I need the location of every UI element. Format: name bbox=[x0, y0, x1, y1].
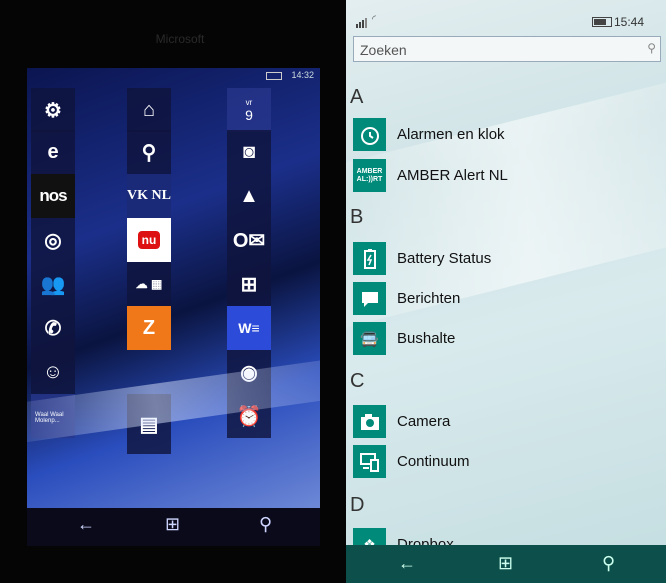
section-letter-c[interactable]: C bbox=[350, 370, 364, 393]
battery-icon bbox=[592, 17, 612, 27]
calendar-day: 9 bbox=[245, 106, 253, 123]
ziggo-tile[interactable]: Z bbox=[127, 306, 171, 350]
section-letter-d[interactable]: D bbox=[350, 494, 364, 517]
windows-icon[interactable]: ⊞ bbox=[165, 514, 180, 535]
pin-icon: ⚲ bbox=[141, 141, 157, 164]
app-bushalte[interactable]: 🚍 Bushalte bbox=[353, 322, 663, 356]
app-continuum[interactable]: Continuum bbox=[353, 445, 663, 479]
search-box[interactable]: Zoeken ⚲ bbox=[353, 36, 661, 62]
search-icon[interactable]: ⚲ bbox=[259, 514, 272, 535]
alarm-tile[interactable]: ⏰ bbox=[227, 394, 271, 438]
store-icon: ⊞ bbox=[240, 273, 258, 296]
wifi-app-tile[interactable]: ◉ bbox=[227, 350, 271, 394]
weather-text: Waal Waal Molenp... bbox=[35, 412, 64, 424]
nos-tile[interactable]: nos bbox=[31, 174, 75, 218]
edge-tile[interactable]: e bbox=[31, 130, 75, 174]
search-icon[interactable]: ⚲ bbox=[647, 41, 656, 55]
phone-start-screen: 14:32 ⚙ e nos ◎ 👥 ✆ ☺ Waal Waal Molenp..… bbox=[27, 68, 320, 508]
home-tile[interactable]: ⌂ bbox=[127, 88, 171, 132]
phone-time: 14:32 bbox=[291, 70, 314, 80]
windows-icon[interactable]: ⊞ bbox=[498, 553, 513, 574]
search-input[interactable]: Zoeken bbox=[360, 42, 407, 58]
document-icon: ▤ bbox=[139, 413, 159, 436]
word-icon: W≡ bbox=[238, 320, 260, 336]
message-icon bbox=[353, 282, 386, 315]
amber-alert-icon: AMBER AL:))RT bbox=[353, 159, 386, 192]
wifi-icon: ◉ bbox=[240, 361, 258, 384]
outlook-tile[interactable]: O✉ bbox=[227, 218, 271, 262]
alarm-clock-icon bbox=[353, 118, 386, 151]
bus-stop-icon: 🚍 bbox=[353, 322, 386, 355]
chat-icon: ☺ bbox=[42, 360, 64, 383]
weather-tile[interactable]: Waal Waal Molenp... bbox=[31, 394, 75, 438]
app-camera[interactable]: Camera bbox=[353, 405, 663, 439]
battery-status-icon bbox=[353, 242, 386, 275]
app-label: Battery Status bbox=[397, 250, 492, 267]
calendar-tile[interactable]: vr 9 bbox=[227, 88, 271, 132]
vknl-logo: VK NL bbox=[127, 188, 171, 203]
outlook-icon: O✉ bbox=[232, 229, 266, 252]
store-tile[interactable]: ⊞ bbox=[227, 262, 271, 306]
app-label: Camera bbox=[397, 413, 451, 430]
phone-icon: ✆ bbox=[44, 317, 62, 340]
nos-logo: nos bbox=[39, 186, 67, 205]
app-battery-status[interactable]: Battery Status bbox=[353, 242, 663, 276]
weather-icons: ☁ ▦ bbox=[135, 277, 163, 291]
weather-small-tile[interactable]: ☁ ▦ bbox=[127, 262, 171, 306]
ziggo-icon: Z bbox=[142, 316, 156, 339]
maps-tile[interactable]: ⚲ bbox=[127, 130, 171, 174]
edge-icon: e bbox=[47, 140, 59, 163]
nav-bar: ← ⊞ ⚲ bbox=[346, 545, 666, 583]
app-label: Continuum bbox=[397, 453, 470, 470]
home-icon: ⌂ bbox=[142, 98, 156, 121]
camera-icon: ◙ bbox=[242, 140, 256, 163]
signal-icon bbox=[356, 18, 367, 28]
app-alarmen-en-klok[interactable]: Alarmen en klok bbox=[353, 118, 663, 152]
app-label: AMBER Alert NL bbox=[397, 167, 508, 184]
people-tile[interactable]: 👥 bbox=[31, 262, 75, 306]
app-label: Bushalte bbox=[397, 330, 456, 347]
phone-nav-bar: ← ⊞ ⚲ bbox=[27, 508, 320, 546]
status-bar: ◜ 15:44 bbox=[346, 0, 666, 34]
alarm-clock-icon: ⏰ bbox=[236, 405, 262, 428]
phone-battery-icon bbox=[266, 72, 282, 80]
app-list-screen: ◜ 15:44 Zoeken ⚲ A Alarmen en klok AMBER… bbox=[346, 0, 666, 583]
back-arrow-icon[interactable]: ← bbox=[77, 514, 95, 535]
whatsapp-icon: ◎ bbox=[44, 229, 62, 252]
messaging-tile[interactable]: ☺ bbox=[31, 350, 75, 394]
section-letter-b[interactable]: B bbox=[350, 206, 363, 229]
search-icon[interactable]: ⚲ bbox=[602, 553, 615, 574]
settings-tile[interactable]: ⚙ bbox=[31, 88, 75, 132]
app-berichten[interactable]: Berichten bbox=[353, 282, 663, 316]
section-letter-a[interactable]: A bbox=[350, 86, 363, 109]
camera-icon bbox=[353, 405, 386, 438]
back-arrow-icon[interactable]: ← bbox=[398, 553, 416, 574]
people-icon: 👥 bbox=[40, 273, 66, 296]
docs-tile[interactable]: ▤ bbox=[127, 394, 171, 454]
phone-brand: Microsoft bbox=[155, 32, 205, 46]
app-amber-alert-nl[interactable]: AMBER AL:))RT AMBER Alert NL bbox=[353, 159, 663, 193]
nu-logo-icon: nu bbox=[137, 231, 161, 249]
nu-tile[interactable]: nu bbox=[127, 218, 171, 262]
whatsapp-tile[interactable]: ◎ bbox=[31, 218, 75, 262]
photos-icon: ▲ bbox=[239, 184, 259, 207]
word-tile[interactable]: W≡ bbox=[227, 306, 271, 350]
camera-tile[interactable]: ◙ bbox=[227, 130, 271, 174]
app-label: Alarmen en klok bbox=[397, 126, 505, 143]
phone-photo: Microsoft 14:32 ⚙ e nos ◎ 👥 ✆ ☺ Waal Waa… bbox=[0, 0, 346, 583]
gear-icon: ⚙ bbox=[44, 99, 62, 122]
vknl-tile[interactable]: VK NL bbox=[127, 174, 171, 218]
app-label: Berichten bbox=[397, 290, 461, 307]
photos-tile[interactable]: ▲ bbox=[227, 174, 271, 218]
phone-tile[interactable]: ✆ bbox=[31, 306, 75, 350]
phone-status-bar: 14:32 bbox=[27, 68, 320, 82]
calendar-dow: vr bbox=[245, 97, 253, 107]
continuum-icon bbox=[353, 445, 386, 478]
wifi-icon: ◜ bbox=[372, 14, 376, 25]
clock: 15:44 bbox=[614, 15, 645, 29]
